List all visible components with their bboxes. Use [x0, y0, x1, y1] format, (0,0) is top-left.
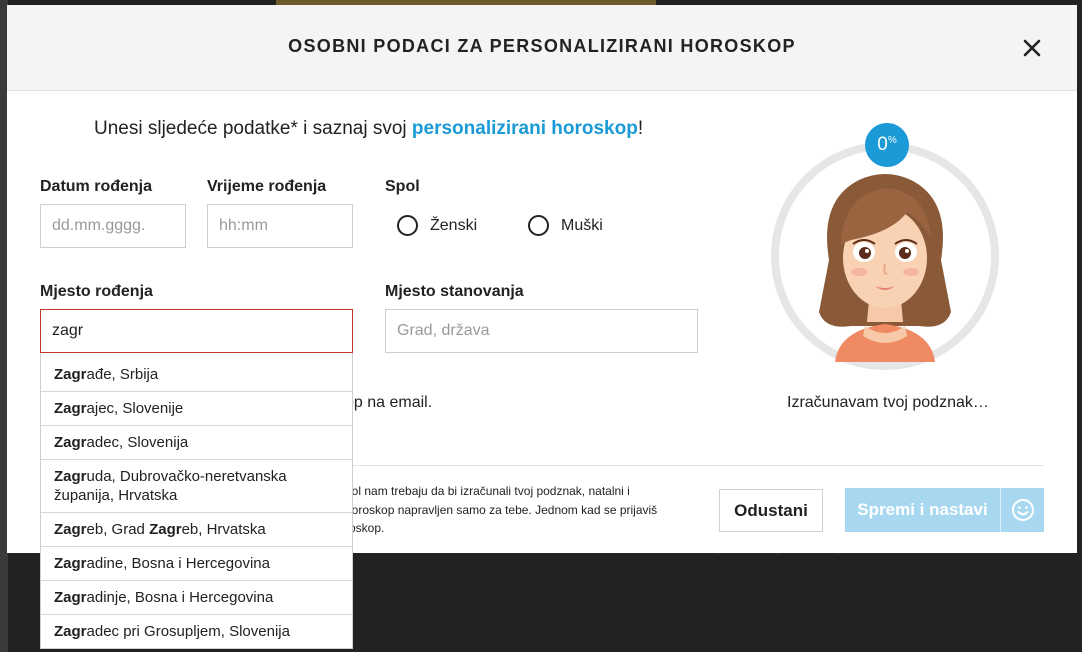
birthplace-field[interactable] — [40, 309, 353, 353]
footer-divider — [345, 465, 1044, 466]
birthplace-autocomplete: Zagrađe, Srbija Zagrajec, Slovenije Zagrad… — [40, 353, 353, 649]
birthplace-label: Mjesto rođenja — [40, 283, 153, 300]
autocomplete-item[interactable]: Zagradec, Slovenija — [41, 425, 352, 459]
item-text: eb, Hrvatska — [181, 521, 266, 538]
tob-field[interactable] — [207, 204, 353, 248]
item-text: adinje, Bosna i Hercegovina — [86, 589, 274, 606]
email-option-text: op na email. — [345, 394, 433, 411]
progress-value: 0 — [877, 134, 888, 155]
close-button[interactable] — [1015, 34, 1049, 64]
save-continue-button[interactable]: Spremi i nastavi — [845, 488, 1044, 532]
progress-sign: % — [887, 134, 897, 146]
match-highlight: Zagr — [54, 366, 87, 383]
match-highlight: Zagr — [149, 521, 182, 538]
tob-label: Vrijeme rođenja — [207, 178, 327, 195]
intro-text: Unesi sljedeće podatke* i saznaj svoj pe… — [94, 118, 643, 140]
progress-badge: 0% — [865, 123, 909, 167]
modal-header: OSOBNI PODACI ZA PERSONALIZIRANI HOROSKO… — [7, 5, 1077, 91]
save-button-label: Spremi i nastavi — [857, 500, 988, 519]
dob-field[interactable] — [40, 204, 186, 248]
dob-label: Datum rođenja — [40, 178, 153, 195]
match-highlight: Zagr — [54, 521, 87, 538]
gender-male-radio[interactable]: Muški — [528, 215, 603, 236]
gender-male-label: Muški — [561, 216, 603, 234]
match-highlight: Zagr — [54, 589, 87, 606]
intro-prefix: Unesi sljedeće podatke* i saznaj svoj — [94, 118, 412, 139]
residence-field[interactable] — [385, 309, 698, 353]
close-icon — [1023, 39, 1041, 57]
match-highlight: Zagr — [54, 623, 87, 640]
autocomplete-item[interactable]: Zagradec pri Grosupljem, Slovenija — [41, 614, 352, 648]
autocomplete-item[interactable]: Zagradine, Bosna i Hercegovina — [41, 546, 352, 580]
avatar — [769, 140, 1001, 372]
item-text: ajec, Slovenije — [86, 400, 184, 417]
autocomplete-item[interactable]: Zagreb, Grad Zagreb, Hrvatska — [41, 512, 352, 546]
gender-label: Spol — [385, 178, 420, 195]
match-highlight: Zagr — [54, 434, 87, 451]
radio-circle — [528, 215, 549, 236]
radio-circle — [397, 215, 418, 236]
match-highlight: Zagr — [54, 400, 87, 417]
match-highlight: Zagr — [54, 468, 87, 485]
gender-female-label: Ženski — [430, 216, 478, 234]
smile-icon — [1001, 488, 1044, 532]
match-highlight: Zagr — [54, 555, 87, 572]
intro-link: personalizirani horoskop — [411, 118, 638, 139]
autocomplete-item[interactable]: Zagrajec, Slovenije — [41, 391, 352, 425]
girl-avatar-icon — [771, 142, 999, 370]
item-text: uda, Dubrovačko-neretvanska županija, Hr… — [54, 468, 287, 504]
status-text: Izračunavam tvoj podznak… — [787, 394, 989, 411]
autocomplete-item[interactable]: Zagruda, Dubrovačko-neretvanska županija… — [41, 459, 352, 512]
autocomplete-item[interactable]: Zagradinje, Bosna i Hercegovina — [41, 580, 352, 614]
gender-female-radio[interactable]: Ženski — [397, 215, 477, 236]
item-text: eb, Grad — [86, 521, 150, 538]
autocomplete-item[interactable]: Zagrađe, Srbija — [41, 353, 352, 391]
disclaimer-text: pol nam trebaju da bi izračunali tvoj po… — [345, 484, 658, 535]
item-text: ađe, Srbija — [86, 366, 159, 383]
item-text: adine, Bosna i Hercegovina — [86, 555, 270, 572]
item-text: adec, Slovenija — [86, 434, 189, 451]
item-text: adec pri Grosupljem, Slovenija — [86, 623, 290, 640]
residence-label: Mjesto stanovanja — [385, 283, 524, 300]
intro-suffix: ! — [637, 118, 644, 139]
modal-title: OSOBNI PODACI ZA PERSONALIZIRANI HOROSKO… — [288, 36, 796, 56]
cancel-button[interactable]: Odustani — [719, 489, 823, 532]
